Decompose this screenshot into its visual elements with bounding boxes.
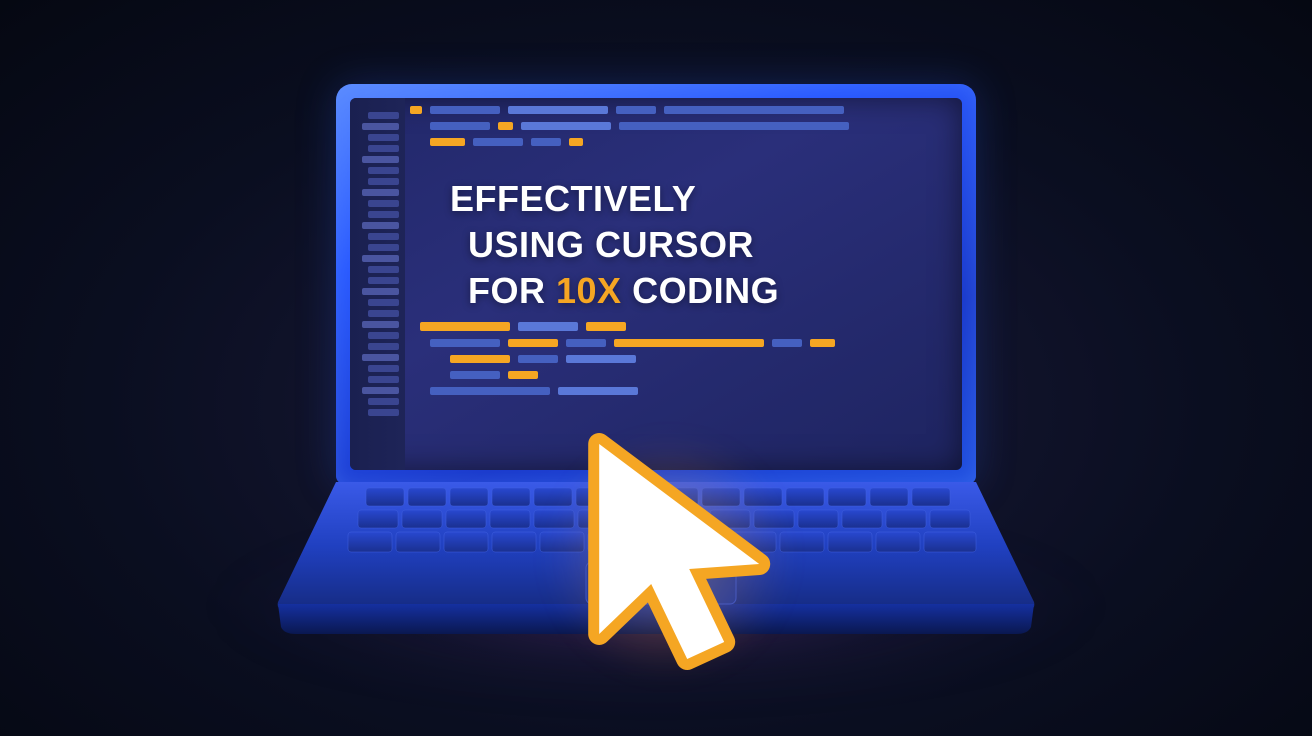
laptop-screen: EFFECTIVELY USING CURSOR FOR 10X CODING [350,98,962,470]
title-line-2: USING CURSOR [450,222,779,268]
code-gutter [350,98,405,470]
title-accent-10x: 10X [556,270,622,311]
title-line-3-suffix: CODING [622,270,780,311]
hero-title: EFFECTIVELY USING CURSOR FOR 10X CODING [450,176,779,314]
cursor-pointer-icon [559,424,779,689]
title-line-3: FOR 10X CODING [450,268,779,314]
title-line-1: EFFECTIVELY [450,176,779,222]
laptop-illustration: EFFECTIVELY USING CURSOR FOR 10X CODING [296,84,1016,632]
title-line-3-prefix: FOR [468,270,556,311]
